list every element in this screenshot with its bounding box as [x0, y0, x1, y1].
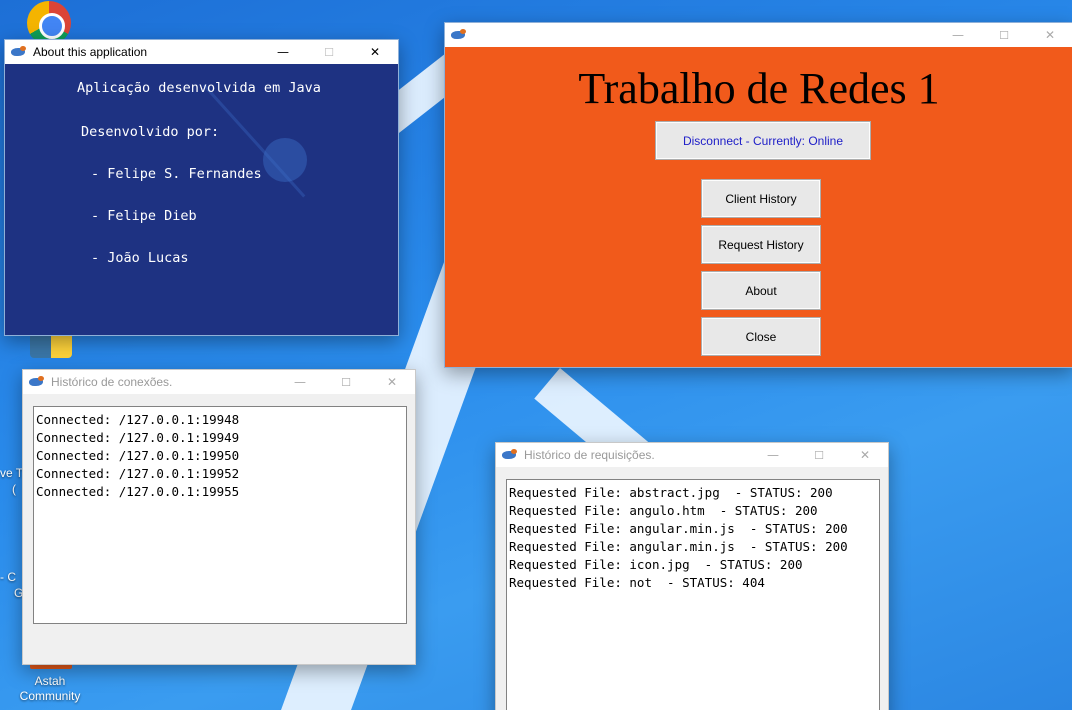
list-item: Requested File: icon.jpg - STATUS: 200 [509, 557, 803, 572]
list-item: Requested File: abstract.jpg - STATUS: 2… [509, 485, 833, 500]
list-item: Requested File: angular.min.js - STATUS:… [509, 539, 848, 554]
close-button[interactable]: ✕ [1027, 23, 1072, 47]
about-line: Desenvolvido por: [81, 124, 220, 140]
window-title: Histórico de requisições. [524, 448, 655, 462]
main-titlebar[interactable]: — ☐ ✕ [445, 23, 1072, 47]
request-history-titlebar[interactable]: Histórico de requisições. — ☐ ✕ [496, 443, 888, 467]
about-button[interactable]: About [701, 271, 821, 310]
connection-history-textarea[interactable]: Connected: /127.0.0.1:19948 Connected: /… [33, 406, 407, 624]
request-history-button[interactable]: Request History [701, 225, 821, 264]
connection-history-titlebar[interactable]: Histórico de conexões. — ☐ ✕ [23, 370, 415, 394]
about-titlebar[interactable]: About this application — ☐ ✕ [5, 40, 398, 64]
about-content: Aplicação desenvolvida em Java Desenvolv… [5, 64, 398, 335]
astah-label-line2: Community [19, 689, 81, 703]
decoration [263, 138, 307, 182]
main-content: Trabalho de Redes 1 Disconnect - Current… [445, 47, 1072, 367]
minimize-button[interactable]: — [260, 40, 306, 64]
java-app-icon [451, 29, 467, 41]
close-app-button[interactable]: Close [701, 317, 821, 356]
list-item: Connected: /127.0.0.1:19948 [36, 412, 240, 427]
maximize-button[interactable]: ☐ [306, 40, 352, 64]
astah-label-line1: Astah [34, 674, 66, 688]
disconnect-button[interactable]: Disconnect - Currently: Online [655, 121, 871, 160]
list-item: Connected: /127.0.0.1:19952 [36, 466, 240, 481]
java-app-icon [11, 46, 27, 58]
astah-icon-label[interactable]: Astah Community [18, 674, 82, 704]
page-title: Trabalho de Redes 1 [578, 64, 940, 113]
client-history-button[interactable]: Client History [701, 179, 821, 218]
about-line: - Felipe Dieb [91, 208, 197, 224]
about-line: - Felipe S. Fernandes [91, 166, 262, 182]
desktop-icon-label-cut[interactable]: ve T [0, 466, 22, 480]
maximize-button[interactable]: ☐ [796, 443, 842, 467]
list-item: Requested File: not - STATUS: 404 [509, 575, 765, 590]
minimize-button[interactable]: — [750, 443, 796, 467]
window-title: About this application [33, 45, 148, 59]
connection-history-window: Histórico de conexões. — ☐ ✕ Connected: … [22, 369, 416, 665]
java-app-icon [29, 376, 45, 388]
request-history-textarea[interactable]: Requested File: abstract.jpg - STATUS: 2… [506, 479, 880, 710]
list-item: Connected: /127.0.0.1:19955 [36, 484, 240, 499]
close-button[interactable]: ✕ [842, 443, 888, 467]
maximize-button[interactable]: ☐ [323, 370, 369, 394]
main-window: — ☐ ✕ Trabalho de Redes 1 Disconnect - C… [444, 22, 1072, 368]
about-line: Aplicação desenvolvida em Java [77, 80, 321, 96]
close-button[interactable]: ✕ [352, 40, 398, 64]
list-item: Requested File: angular.min.js - STATUS:… [509, 521, 848, 536]
request-history-window: Histórico de requisições. — ☐ ✕ Requeste… [495, 442, 889, 710]
desktop-icon-label-cut[interactable]: - C [0, 570, 22, 584]
minimize-button[interactable]: — [277, 370, 323, 394]
minimize-button[interactable]: — [935, 23, 981, 47]
close-button[interactable]: ✕ [369, 370, 415, 394]
desktop-icon-label-cut[interactable]: ( [12, 482, 16, 496]
list-item: Requested File: angulo.htm - STATUS: 200 [509, 503, 818, 518]
list-item: Connected: /127.0.0.1:19949 [36, 430, 240, 445]
java-app-icon [502, 449, 518, 461]
maximize-button[interactable]: ☐ [981, 23, 1027, 47]
about-line: - João Lucas [91, 250, 189, 266]
about-window: About this application — ☐ ✕ Aplicação d… [4, 39, 399, 336]
window-title: Histórico de conexões. [51, 375, 173, 389]
list-item: Connected: /127.0.0.1:19950 [36, 448, 240, 463]
